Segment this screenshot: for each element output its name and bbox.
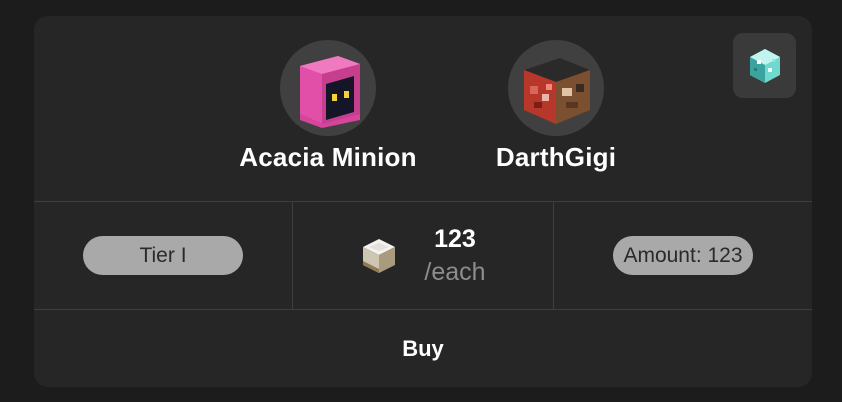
buy-button[interactable]: Buy xyxy=(34,310,812,387)
tier-badge: Tier I xyxy=(83,236,243,275)
amount-cell: Amount: 123 xyxy=(554,202,812,309)
price-value: 123 xyxy=(434,224,476,253)
avatar[interactable] xyxy=(280,40,376,136)
amount-badge: Amount: 123 xyxy=(613,236,753,275)
player-name: DarthGigi xyxy=(495,142,617,172)
player-name: Acacia Minion xyxy=(239,142,417,172)
price-text: 123 /each xyxy=(424,225,485,287)
red-skin-player-head-icon xyxy=(524,58,590,124)
price-cell: 123 /each xyxy=(293,202,554,309)
tier-cell: Tier I xyxy=(34,202,293,309)
pink-hood-minion-head-icon xyxy=(300,56,360,128)
diamond-badge-button[interactable] xyxy=(733,33,796,98)
stone-block-icon xyxy=(363,238,396,273)
player-card-1[interactable]: Acacia Minion xyxy=(218,40,438,173)
price-unit: /each xyxy=(424,257,486,286)
avatar[interactable] xyxy=(508,40,604,136)
price-display: 123 /each xyxy=(360,225,486,287)
players-section: Acacia Minion DarthGigi xyxy=(34,16,812,201)
listing-details-row: Tier I 123 /each Amount: 123 xyxy=(34,201,812,310)
player-card-2[interactable]: DarthGigi xyxy=(446,40,666,173)
listing-card: Acacia Minion DarthGigi Tier I 123 /each… xyxy=(34,16,812,387)
diamond-gem-icon xyxy=(749,48,780,83)
